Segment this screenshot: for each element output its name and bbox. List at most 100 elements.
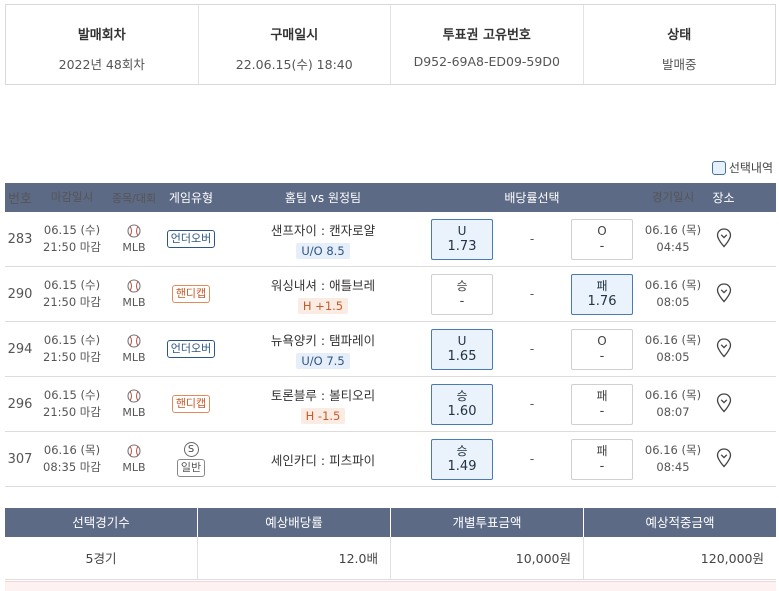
away-team: 피츠파이 [329,452,376,468]
map-pin-icon[interactable] [707,447,740,471]
away-team: 볼티오리 [329,387,376,403]
odds-right-label: O [597,333,607,348]
odds-draw: - [529,452,535,466]
summary-header: 선택경기수 예상배당률 개별투표금액 예상적중금액 [5,508,776,537]
game-no: 307 [7,451,33,467]
odds-draw: - [529,342,535,356]
odds-right-value: 1.76 [587,293,617,309]
odds-left-button[interactable]: U 1.65 [431,328,493,370]
summary-count: 5경기 [5,537,198,579]
deadline: 06.15 (수) 21:50 마감 [35,332,109,366]
game-date: 06.16 (목) 08:07 [639,387,707,421]
game-date-day: 06.16 (목) [644,333,702,347]
notice-bar [5,581,776,591]
line-badge: U/O 7.5 [296,352,350,369]
odds-right-button[interactable]: 패- [571,438,633,480]
sport: MLB [109,389,159,419]
odds-right-button[interactable]: 패- [571,383,633,425]
map-pin-icon[interactable] [707,282,740,306]
game-date: 06.16 (목) 08:05 [639,332,707,366]
map-pin-icon[interactable] [707,392,740,416]
odds-left-button[interactable]: 승- [431,273,493,315]
odds-select: U 1.65 - O - [423,328,639,370]
game-type: 언더오버 [159,340,223,358]
summary-odds: 12.0배 [198,537,391,579]
away-team: 탬파레이 [329,332,376,348]
away-team: 캔자로얄 [329,222,376,238]
summary-header-expected: 예상적중금액 [645,515,715,530]
odds-left-button[interactable]: U 1.73 [431,218,493,260]
baseball-icon [109,334,159,348]
game-type-tag: 핸디캡 [171,285,211,303]
deadline-time: 21:50 마감 [43,350,101,364]
team-separator: : [320,332,326,348]
odds-right-button[interactable]: O- [571,328,633,370]
odds-right-button[interactable]: 패 1.76 [571,273,633,315]
odds-left-button[interactable]: 승 1.49 [431,438,493,480]
deadline: 06.16 (목) 08:35 마감 [35,442,109,476]
baseball-icon [109,444,159,458]
deadline-date: 06.16 (목) [43,443,101,457]
league-label: MLB [122,406,146,419]
team-separator: : [320,452,326,468]
legend-label: 선택내역 [728,161,773,175]
league-label: MLB [122,351,146,364]
teams: 워싱내셔 : 애틀브레 [223,275,423,294]
game-date-time: 08:45 [656,460,690,474]
deadline-time: 21:50 마감 [43,405,101,419]
baseball-icon [109,279,159,293]
game-date-time: 08:07 [656,405,690,419]
teams: 토론블루 : 볼티오리 [223,385,423,404]
odds-left-button[interactable]: 승 1.60 [431,383,493,425]
selection-legend: 선택내역 [711,159,773,176]
single-game-badge: S [183,442,199,457]
game-date: 06.16 (목) 08:45 [639,442,707,476]
info-round: 발매회차 2022년 48회차 [6,5,199,84]
matchup: 뉴욕양키 : 탬파레이 U/O 7.5 [223,330,423,369]
odds-left-value: 1.60 [447,403,477,419]
header-game-date: 경기일시 [651,190,695,204]
odds-right-button[interactable]: O- [571,218,633,260]
map-pin-icon[interactable] [707,337,740,361]
team-separator: : [320,277,326,293]
summary-header-amount: 개별투표금액 [391,508,584,537]
game-type-tag: 일반 [176,459,206,477]
league-label: MLB [122,461,146,474]
game-no: 290 [7,286,33,302]
map-pin-icon[interactable] [707,227,740,251]
odds-right-label: O [597,223,607,238]
league-label: MLB [122,241,146,254]
header-sport: 종목/대회 [111,191,157,205]
odds-draw: - [529,287,535,301]
header-matchup: 홈팀 vs 원정팀 [284,191,362,205]
odds-left-label: 승 [456,388,468,403]
sport: MLB [109,279,159,309]
odds-left-value: 1.73 [447,238,477,254]
deadline-date: 06.15 (수) [43,278,101,292]
game-type: 언더오버 [159,230,223,248]
home-team: 토론블루 [270,387,317,403]
header-odds-select: 배당률선택 [504,191,560,205]
info-purchase: 구매일시 22.06.15(수) 18:40 [199,5,391,84]
teams: 샌프자이 : 캔자로얄 [223,220,423,239]
odds-right-label: 패 [596,388,608,403]
matchup: 워싱내셔 : 애틀브레 H +1.5 [223,275,423,314]
header-place: 장소 [712,191,735,205]
info-status-label: 상태 [667,28,692,43]
game-no: 296 [7,396,33,412]
teams: 세인카디 : 피츠파이 [223,450,423,469]
deadline: 06.15 (수) 21:50 마감 [35,222,109,256]
game-date: 06.16 (목) 04:45 [639,222,707,256]
summary-header-odds: 예상배당률 [198,508,391,537]
info-status-value: 발매중 [661,57,697,72]
games-table: 번호 마감일시 종목/대회 게임유형 홈팀 vs 원정팀 배당률선택 경기일시 … [5,183,776,487]
header-deadline: 마감일시 [50,190,94,204]
home-team: 워싱내셔 [270,277,317,293]
odds-left-label: 승 [456,278,468,293]
game-no: 294 [7,341,33,357]
sport: MLB [109,224,159,254]
line-badge: H +1.5 [297,297,349,314]
matchup: 토론블루 : 볼티오리 H -1.5 [223,385,423,424]
game-type: S 일반 [159,441,223,477]
game-date-day: 06.16 (목) [644,223,702,237]
